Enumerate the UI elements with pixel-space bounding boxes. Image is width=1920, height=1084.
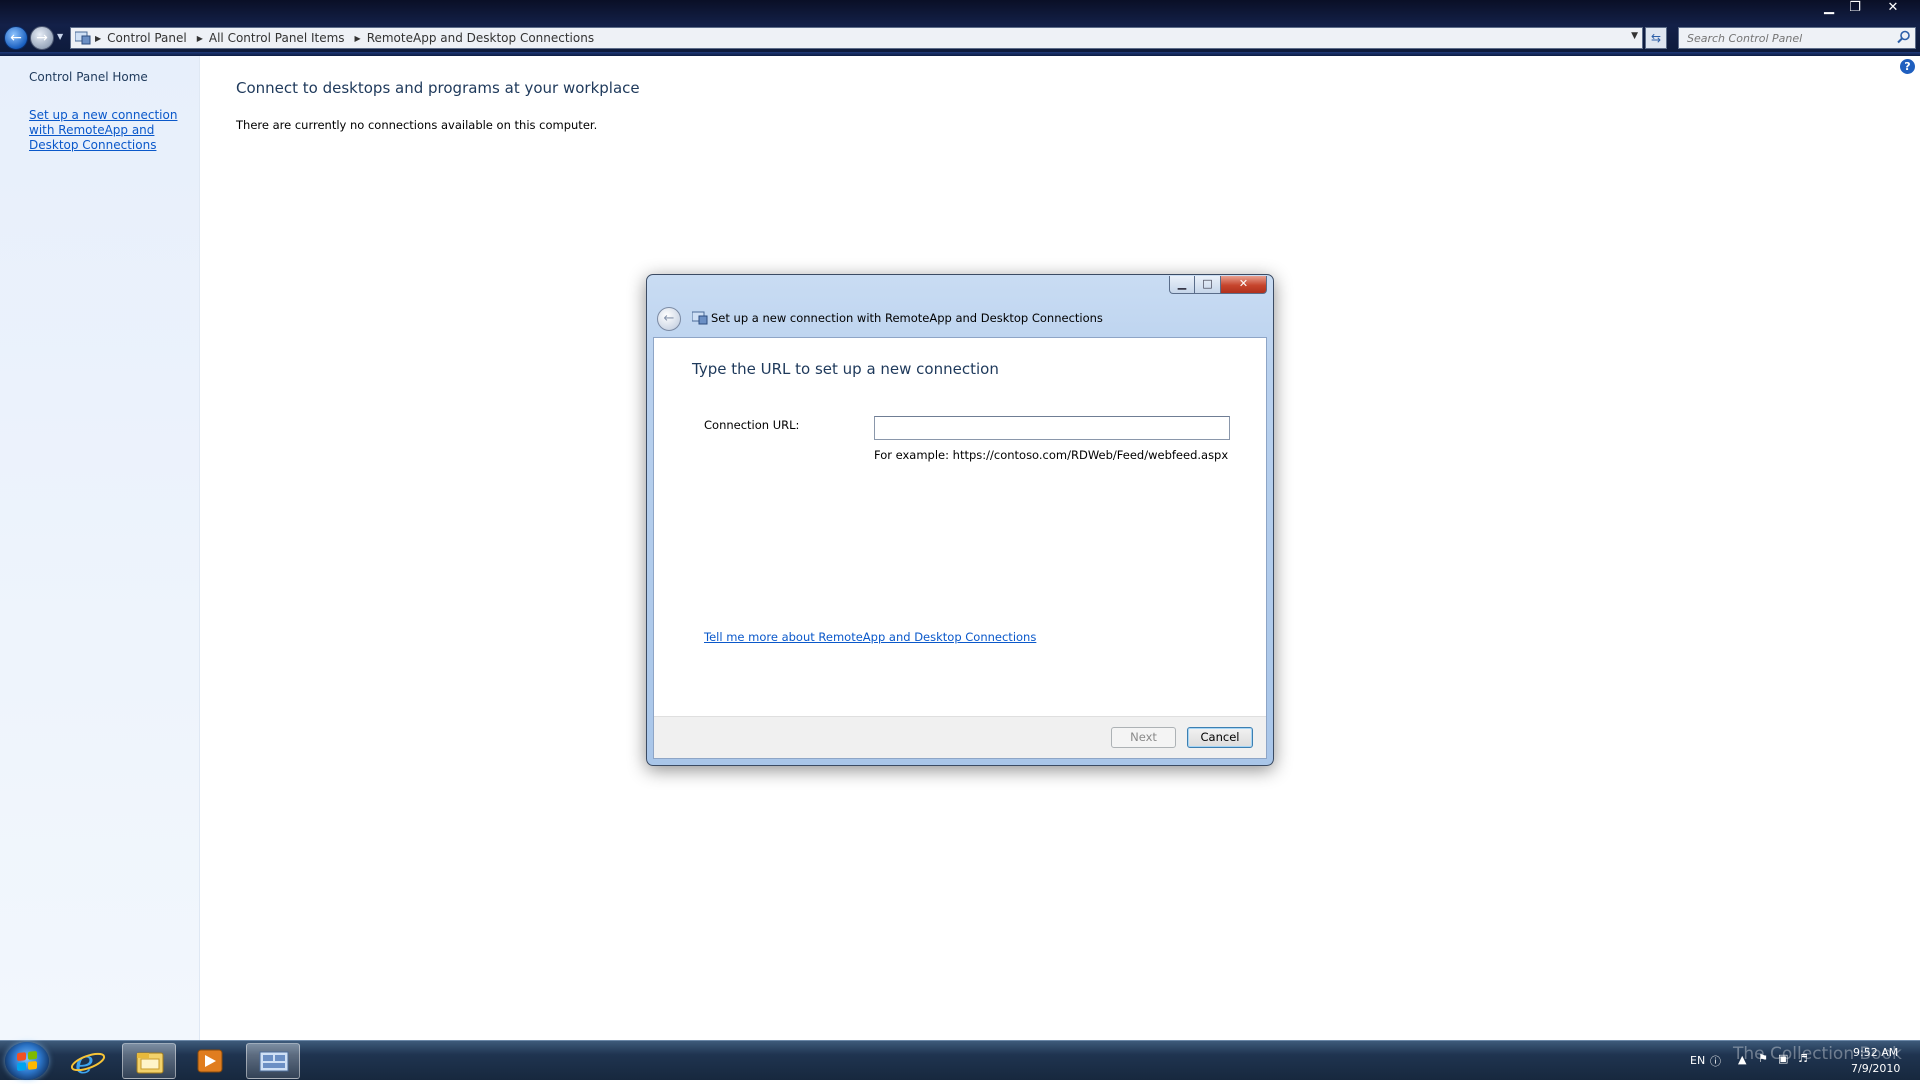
dialog-heading: Type the URL to set up a new connection [692, 360, 999, 378]
help-icon[interactable]: ? [1900, 59, 1915, 74]
minimize-button[interactable]: ▁ [1816, 0, 1842, 16]
taskbar-internet-explorer[interactable]: e [61, 1043, 115, 1081]
refresh-icon: ⇆ [1650, 31, 1662, 45]
breadcrumb-remoteapp[interactable]: RemoteApp and Desktop Connections [367, 31, 594, 45]
breadcrumb-separator-icon[interactable]: ▶ [197, 34, 203, 43]
close-icon: ✕ [1238, 277, 1249, 290]
windows-explorer-icon [136, 1052, 164, 1074]
next-button[interactable]: Next [1111, 727, 1176, 748]
setup-connection-dialog: ▁ □ ✕ ← Set up a new connection with Rem… [646, 274, 1274, 766]
windows-logo-icon [17, 1050, 37, 1072]
restore-icon: ❐ [1849, 0, 1861, 15]
address-dropdown-icon[interactable]: ▼ [1631, 31, 1638, 41]
start-button[interactable] [5, 1042, 49, 1080]
url-example-hint: For example: https://contoso.com/RDWeb/F… [874, 448, 1229, 462]
connection-url-input[interactable] [874, 416, 1230, 440]
internet-explorer-icon: e [70, 1043, 106, 1081]
window-titlebar: ▁ ❐ ✕ ← → ▼ ▶ Control Panel ▶ All Contro… [0, 0, 1920, 56]
forward-arrow-icon: → [36, 30, 48, 46]
search-box[interactable] [1678, 27, 1916, 49]
taskbar-media-player[interactable] [183, 1043, 237, 1079]
taskbar-control-panel[interactable] [246, 1043, 300, 1079]
watermark: The Collection Book [1733, 1044, 1902, 1064]
setup-new-connection-link[interactable]: Set up a new connection with RemoteApp a… [29, 108, 194, 153]
language-indicator[interactable]: EN [1690, 1054, 1705, 1067]
dialog-minimize-button[interactable]: ▁ [1169, 276, 1195, 294]
left-navigation-pane: Control Panel Home Set up a new connecti… [0, 56, 200, 1040]
minimize-icon: ▁ [1824, 0, 1834, 15]
connection-url-label: Connection URL: [704, 418, 800, 432]
breadcrumb-separator-icon[interactable]: ▶ [95, 34, 101, 43]
tell-me-more-link[interactable]: Tell me more about RemoteApp and Desktop… [704, 630, 1036, 644]
forward-button[interactable]: → [30, 26, 54, 50]
back-arrow-icon: ← [10, 30, 22, 46]
maximize-icon: □ [1202, 277, 1213, 290]
search-input[interactable] [1685, 30, 1885, 46]
control-panel-icon [259, 1051, 289, 1072]
cancel-button[interactable]: Cancel [1187, 727, 1253, 748]
taskbar: e EN ⓘ ▲ ⚑ ▣ ♬ 9:52 AM 7/9/2010 [0, 1040, 1920, 1081]
remoteapp-icon [692, 311, 708, 325]
dialog-maximize-button[interactable]: □ [1195, 276, 1221, 294]
minimize-icon: ▁ [1177, 277, 1187, 290]
search-icon[interactable] [1897, 30, 1911, 44]
help-tray-icon[interactable]: ⓘ [1710, 1053, 1721, 1069]
dialog-content: Type the URL to set up a new connection … [653, 337, 1267, 759]
control-panel-home-link[interactable]: Control Panel Home [29, 70, 148, 84]
dialog-button-bar: Next Cancel [654, 716, 1266, 758]
taskbar-windows-explorer[interactable] [122, 1043, 176, 1079]
dialog-window-controls: ▁ □ ✕ [1169, 276, 1267, 294]
control-panel-icon [75, 31, 91, 45]
recent-pages-dropdown-icon[interactable]: ▼ [57, 32, 63, 41]
back-arrow-icon: ← [663, 311, 675, 326]
breadcrumb-control-panel[interactable]: Control Panel [107, 31, 187, 45]
restore-button[interactable]: ❐ [1842, 0, 1868, 16]
back-button[interactable]: ← [4, 26, 28, 50]
wizard-back-button[interactable]: ← [657, 307, 681, 331]
address-bar[interactable]: ▶ Control Panel ▶ All Control Panel Item… [70, 27, 1643, 49]
breadcrumb-all-items[interactable]: All Control Panel Items [209, 31, 345, 45]
breadcrumb-separator-icon[interactable]: ▶ [355, 34, 361, 43]
no-connections-message: There are currently no connections avail… [236, 118, 598, 132]
close-button[interactable]: ✕ [1880, 0, 1906, 16]
dialog-title: Set up a new connection with RemoteApp a… [711, 311, 1103, 325]
media-player-icon [197, 1049, 223, 1073]
page-title: Connect to desktops and programs at your… [236, 79, 640, 97]
refresh-button[interactable]: ⇆ [1645, 27, 1667, 49]
titlebar-divider [0, 52, 1920, 56]
close-icon: ✕ [1887, 0, 1899, 15]
dialog-close-button[interactable]: ✕ [1221, 276, 1267, 294]
